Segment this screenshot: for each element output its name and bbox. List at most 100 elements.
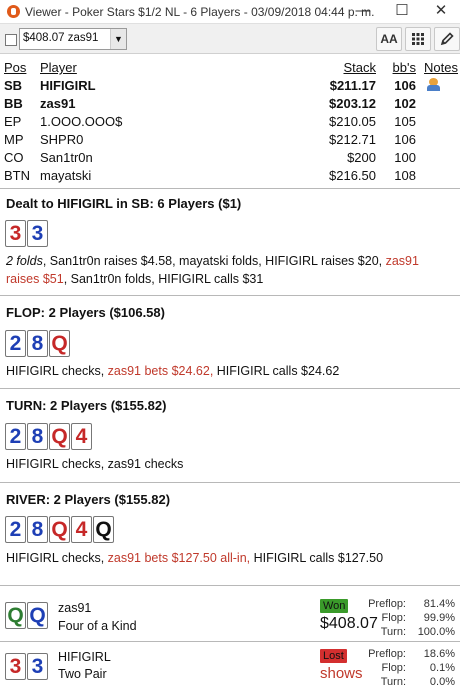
chevron-down-icon[interactable]: ▼ [110,29,126,49]
result-player-name: zas91 [58,601,92,615]
player-position: MP [4,132,24,147]
minimize-button[interactable]: — [344,0,382,24]
equity-value: 0.1% [429,662,455,674]
hand-selector-dropdown[interactable]: $408.07 zas91 ▼ [19,28,127,50]
player-row[interactable]: SB HIFIGIRL $211.17 106 [4,78,458,96]
toolbar: $408.07 zas91 ▼ AA [0,24,460,54]
player-bbs: 106 [394,78,416,93]
app-icon [7,5,20,18]
action-text: zas91 bets $24.62, [107,364,214,378]
player-bbs: 106 [394,132,416,147]
preflop-title: Dealt to HIFIGIRL in SB: 6 Players ($1) [6,196,242,211]
playing-card: 8 [27,423,48,450]
divider [0,585,460,586]
result-hand-name: Four of a Kind [58,619,137,633]
player-bbs: 100 [394,150,416,165]
shows-label: shows [320,665,363,682]
divider [0,295,460,296]
playing-card: 4 [71,516,92,543]
equity-label: Turn: [380,626,406,638]
flop-actions: HIFIGIRL checks, zas91 bets $24.62, HIFI… [6,362,454,380]
playing-card: 3 [5,220,26,247]
playing-card: 3 [5,653,26,680]
player-position: BTN [4,168,30,183]
equity-value: 81.4% [423,598,455,610]
action-text: HIFIGIRL checks, zas91 checks [6,457,184,471]
player-stack: $203.12 [329,96,376,111]
equity-label: Preflop: [368,648,406,660]
column-header-stack[interactable]: Stack [343,60,376,75]
player-position: BB [4,96,23,111]
close-button[interactable]: ✕ [422,0,460,24]
player-stack: $211.17 [329,78,376,93]
action-text: HIFIGIRL checks, [6,551,108,565]
equity-value: 18.6% [423,648,455,660]
result-row: QQ zas91 Four of a Kind Won $408.07 Pref… [0,590,460,640]
action-text: , San1tr0n raises $4.58, mayatski folds,… [42,254,386,268]
pencil-icon [440,32,454,46]
equity-value: 100.0% [417,626,455,638]
select-checkbox[interactable] [5,34,17,46]
grid-view-button[interactable] [405,27,431,51]
column-header-player[interactable]: Player [40,60,77,75]
player-position: EP [4,114,22,129]
player-bbs: 108 [394,168,416,183]
divider [0,388,460,389]
lost-badge: Lost [320,649,347,663]
flop-title: FLOP: 2 Players ($106.58) [6,305,165,320]
player-name: zas91 [40,96,76,111]
player-position: SB [4,78,23,93]
won-badge: Won [320,599,349,613]
result-hand-name: Two Pair [58,667,107,681]
action-text: HIFIGIRL calls $24.62 [213,364,340,378]
action-text: HIFIGIRL calls $127.50 [250,551,384,565]
playing-card: Q [5,602,26,629]
column-header-notes[interactable]: Notes [424,60,458,75]
playing-card: Q [93,516,114,543]
equity-value: 99.9% [423,612,455,624]
playing-card: 4 [71,423,92,450]
equity-label: Turn: [380,676,406,688]
hand-selector-value: $408.07 zas91 [23,32,99,44]
won-amount: $408.07 [320,615,378,632]
river-actions: HIFIGIRL checks, zas91 bets $127.50 all-… [6,549,454,567]
result-row: 33 HIFIGIRL Two Pair Lost shows Preflop:… [0,645,460,697]
font-size-button[interactable]: AA [376,27,402,51]
column-header-bbs[interactable]: bb's [393,60,416,75]
player-name: San1tr0n [40,150,93,165]
player-position: CO [4,150,24,165]
turn-title: TURN: 2 Players ($155.82) [6,398,167,413]
river-title: RIVER: 2 Players ($155.82) [6,492,171,507]
playing-card: 8 [27,330,48,357]
player-row[interactable]: BB zas91 $203.12 102 [4,96,458,114]
equity-label: Flop: [381,662,406,674]
divider [0,188,460,189]
playing-card: 8 [27,516,48,543]
playing-card: Q [49,423,70,450]
grid-icon [412,33,424,45]
playing-card: Q [49,330,70,357]
preflop-actions: 2 folds, San1tr0n raises $4.58, mayatski… [6,252,454,288]
window-title: Viewer - Poker Stars $1/2 NL - 6 Players… [25,5,375,19]
player-bbs: 102 [394,96,416,111]
action-text: , San1tr0n folds, HIFIGIRL calls $31 [63,272,264,286]
column-header-pos[interactable]: Pos [4,60,26,75]
maximize-button[interactable]: ☐ [383,0,421,24]
playing-card: 2 [5,423,26,450]
player-name: mayatski [40,168,92,183]
player-stack: $200 [347,150,376,165]
action-text: zas91 bets $127.50 all-in, [107,551,251,565]
player-row[interactable]: BTN mayatski $216.50 108 [4,168,458,186]
player-note-icon[interactable] [427,78,442,92]
hand-history-content[interactable]: Pos Player Stack bb's Notes SB HIFIGIRL $2… [0,55,460,700]
player-name: 1.OOO.OOO$ [40,114,123,129]
player-row[interactable]: CO San1tr0n $200 100 [4,150,458,168]
players-table-header: Pos Player Stack bb's Notes [4,60,458,78]
player-row[interactable]: MP SHPR0 $212.71 106 [4,132,458,150]
player-row[interactable]: EP 1.OOO.OOO$ $210.05 105 [4,114,458,132]
window-title-bar[interactable]: Viewer - Poker Stars $1/2 NL - 6 Players… [0,0,460,24]
playing-card: 3 [27,653,48,680]
equity-value: 0.0% [429,676,455,688]
edit-button[interactable] [434,27,460,51]
player-stack: $210.05 [329,114,376,129]
